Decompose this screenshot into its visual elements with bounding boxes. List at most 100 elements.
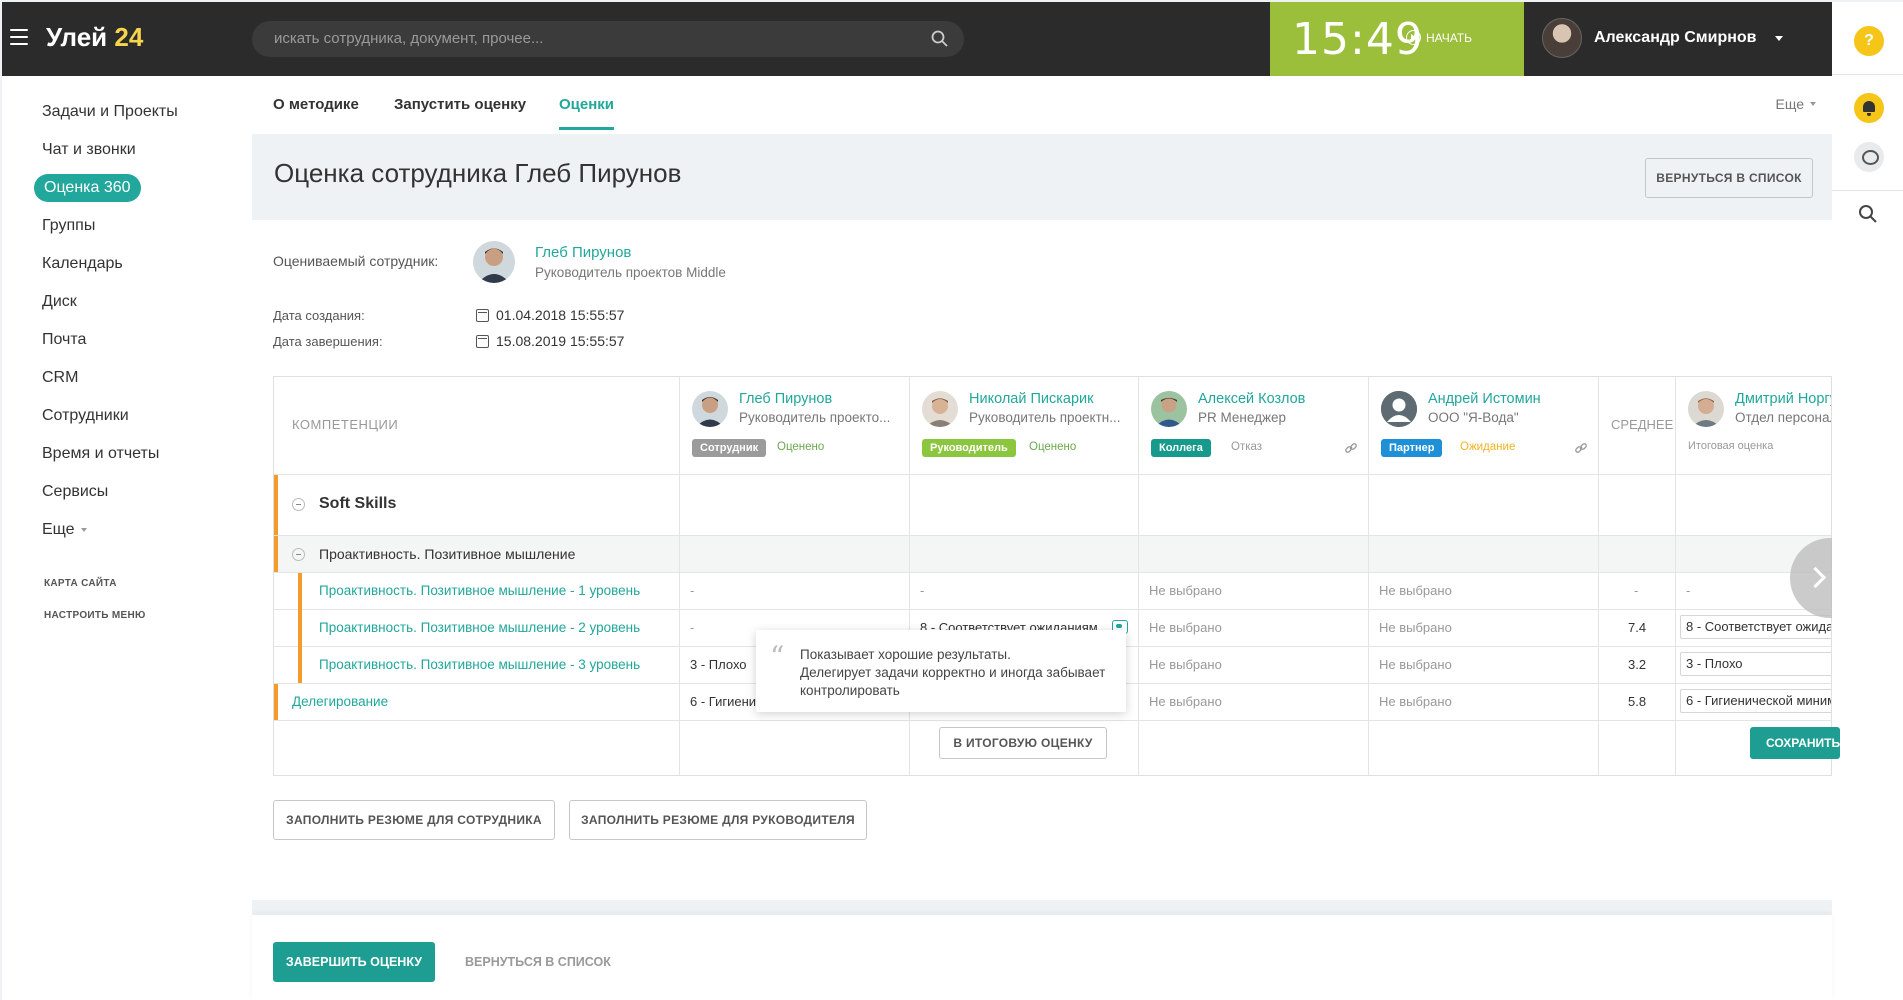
logo[interactable]: Улей 24 [46,22,143,53]
tab-assessments[interactable]: Оценки [559,96,615,130]
back-to-list-link[interactable]: ВЕРНУТЬСЯ В СПИСОК [465,955,611,969]
avatar-image [1151,391,1187,427]
avatar [1542,18,1582,58]
tab-start-assessment[interactable]: Запустить оценку [394,96,526,127]
fill-manager-resume-button[interactable]: ЗАПОЛНИТЬ РЕЗЮМЕ ДЛЯ РУКОВОДИТЕЛЯ [569,800,867,840]
avatar [1688,391,1724,427]
tabs-more-dropdown[interactable]: Еще [1775,96,1816,112]
evaluated-employee-name[interactable]: Глеб Пирунов [535,244,631,261]
score-cell: - [690,583,695,598]
competencies-header: КОМПЕТЕНЦИИ [292,417,399,432]
chat-icon[interactable] [1854,142,1884,172]
finished-date: 15.08.2019 15:55:57 [476,333,624,349]
search-input[interactable] [274,30,894,47]
sidebar-item-assessment-360[interactable]: Оценка 360 [34,174,141,202]
fill-employee-resume-button[interactable]: ЗАПОЛНИТЬ РЕЗЮМЕ ДЛЯ СОТРУДНИКА [273,800,555,840]
average-cell: 3.2 [1628,657,1647,672]
divider [1832,74,1903,75]
sidebar-item-employees[interactable]: Сотрудники [42,402,129,430]
logo-number: 24 [114,22,144,52]
avatar [1381,391,1417,427]
sidebar-item-crm[interactable]: CRM [42,364,78,392]
status-badge: Оценено [1029,441,1077,453]
evaluator-name[interactable]: Глеб Пирунов [739,391,832,407]
sidebar-item-tasks[interactable]: Задачи и Проекты [42,98,178,126]
collapse-icon[interactable] [292,548,305,561]
competency-grid: КОМПЕТЕНЦИИ Глеб Пирунов Руководитель пр… [273,376,1832,776]
bell-icon[interactable] [1854,93,1884,123]
sitemap-link[interactable]: КАРТА САЙТА [44,578,117,589]
score-cell: Не выбрано [1149,657,1222,672]
divider [1138,377,1139,775]
tab-methodology[interactable]: О методике [273,96,359,127]
final-evaluator-name[interactable]: Дмитрий Норгу [1735,391,1831,407]
final-score-select[interactable]: 6 - Гигиенической миним [1680,689,1831,713]
timer-start-button[interactable]: НАЧАТЬ [1406,30,1472,45]
evaluator-position: Руководитель проекто... [739,410,891,425]
competency-link[interactable]: Проактивность. Позитивное мышление - 3 у… [319,657,640,672]
score-cell: Не выбрано [1149,583,1222,598]
sidebar-item-time-reports[interactable]: Время и отчеты [42,440,159,468]
score-cell: Не выбрано [1149,620,1222,635]
finished-date-label: Дата завершения: [273,334,383,349]
evaluator-name[interactable]: Алексей Козлов [1198,391,1305,407]
finished-date-value: 15.08.2019 15:55:57 [496,333,625,349]
score-cell: Не выбрано [1149,694,1222,709]
link-icon[interactable] [1344,441,1358,455]
user-menu[interactable]: Александр Смирнов [1542,18,1783,58]
save-button[interactable]: СОХРАНИТЬ [1750,727,1840,759]
competency-link[interactable]: Делегирование [292,694,388,709]
search-icon[interactable] [930,29,950,49]
row-accent [274,684,278,720]
search-icon[interactable] [1856,202,1880,226]
evaluator-position: PR Менеджер [1198,410,1287,425]
divider [1368,377,1369,775]
page-title: Оценка сотрудника Глеб Пирунов [274,158,682,188]
calendar-icon [476,334,489,348]
role-badge: Сотрудник [692,439,767,457]
final-score-select[interactable]: 3 - Плохо [1680,652,1831,676]
created-date-label: Дата создания: [273,308,365,323]
average-cell: 5.8 [1628,694,1647,709]
sidebar-item-disk[interactable]: Диск [42,288,77,316]
play-icon [1406,30,1421,45]
sidebar-item-mail[interactable]: Почта [42,326,86,354]
link-icon[interactable] [1574,441,1588,455]
section-title: Soft Skills [319,495,397,512]
logo-text: Улей [46,22,108,52]
finish-assessment-button[interactable]: ЗАВЕРШИТЬ ОЦЕНКУ [273,942,435,982]
default-avatar-icon [1381,391,1417,427]
timer-block: 15:49 НАЧАТЬ [1270,2,1524,76]
final-score-cell: - [1686,583,1691,598]
group-title: Проактивность. Позитивное мышление [319,546,576,562]
average-header: СРЕДНЕЕ [1611,417,1674,432]
tabs-more-label: Еще [1775,96,1805,112]
evaluator-name[interactable]: Николай Пискарик [969,391,1093,407]
sidebar-item-chat[interactable]: Чат и звонки [42,136,136,164]
to-final-score-button[interactable]: В ИТОГОВУЮ ОЦЕНКУ [939,727,1107,759]
sidebar-item-calendar[interactable]: Календарь [42,250,123,278]
avatar-image [1688,391,1724,427]
sidebar-item-services[interactable]: Сервисы [42,478,108,506]
collapse-icon[interactable] [292,498,305,511]
configure-menu-link[interactable]: НАСТРОИТЬ МЕНЮ [44,610,146,621]
chevron-down-icon [80,528,87,532]
menu-icon[interactable] [10,29,28,45]
final-score-label: Итоговая оценка [1688,440,1774,452]
sidebar-item-groups[interactable]: Группы [42,212,95,240]
evaluator-name[interactable]: Андрей Истомин [1428,391,1541,407]
avatar [1151,391,1187,427]
status-badge: Оценено [777,441,825,453]
chevron-down-icon [1774,35,1783,41]
help-icon[interactable]: ? [1854,26,1884,56]
sidebar-item-more[interactable]: Еще [42,516,87,544]
role-badge: Коллега [1151,439,1211,457]
status-badge: Отказ [1231,441,1263,453]
competency-link[interactable]: Проактивность. Позитивное мышление - 2 у… [319,620,640,635]
final-score-select[interactable]: 8 - Соответствует ожидан [1680,615,1831,639]
back-to-list-button[interactable]: ВЕРНУТЬСЯ В СПИСОК [1645,158,1813,198]
status-badge: Ожидание [1460,441,1516,453]
comment-tooltip: “ Показывает хорошие результаты. Делегир… [756,630,1126,712]
competency-link[interactable]: Проактивность. Позитивное мышление - 1 у… [319,583,640,598]
score-cell: Не выбрано [1379,583,1452,598]
